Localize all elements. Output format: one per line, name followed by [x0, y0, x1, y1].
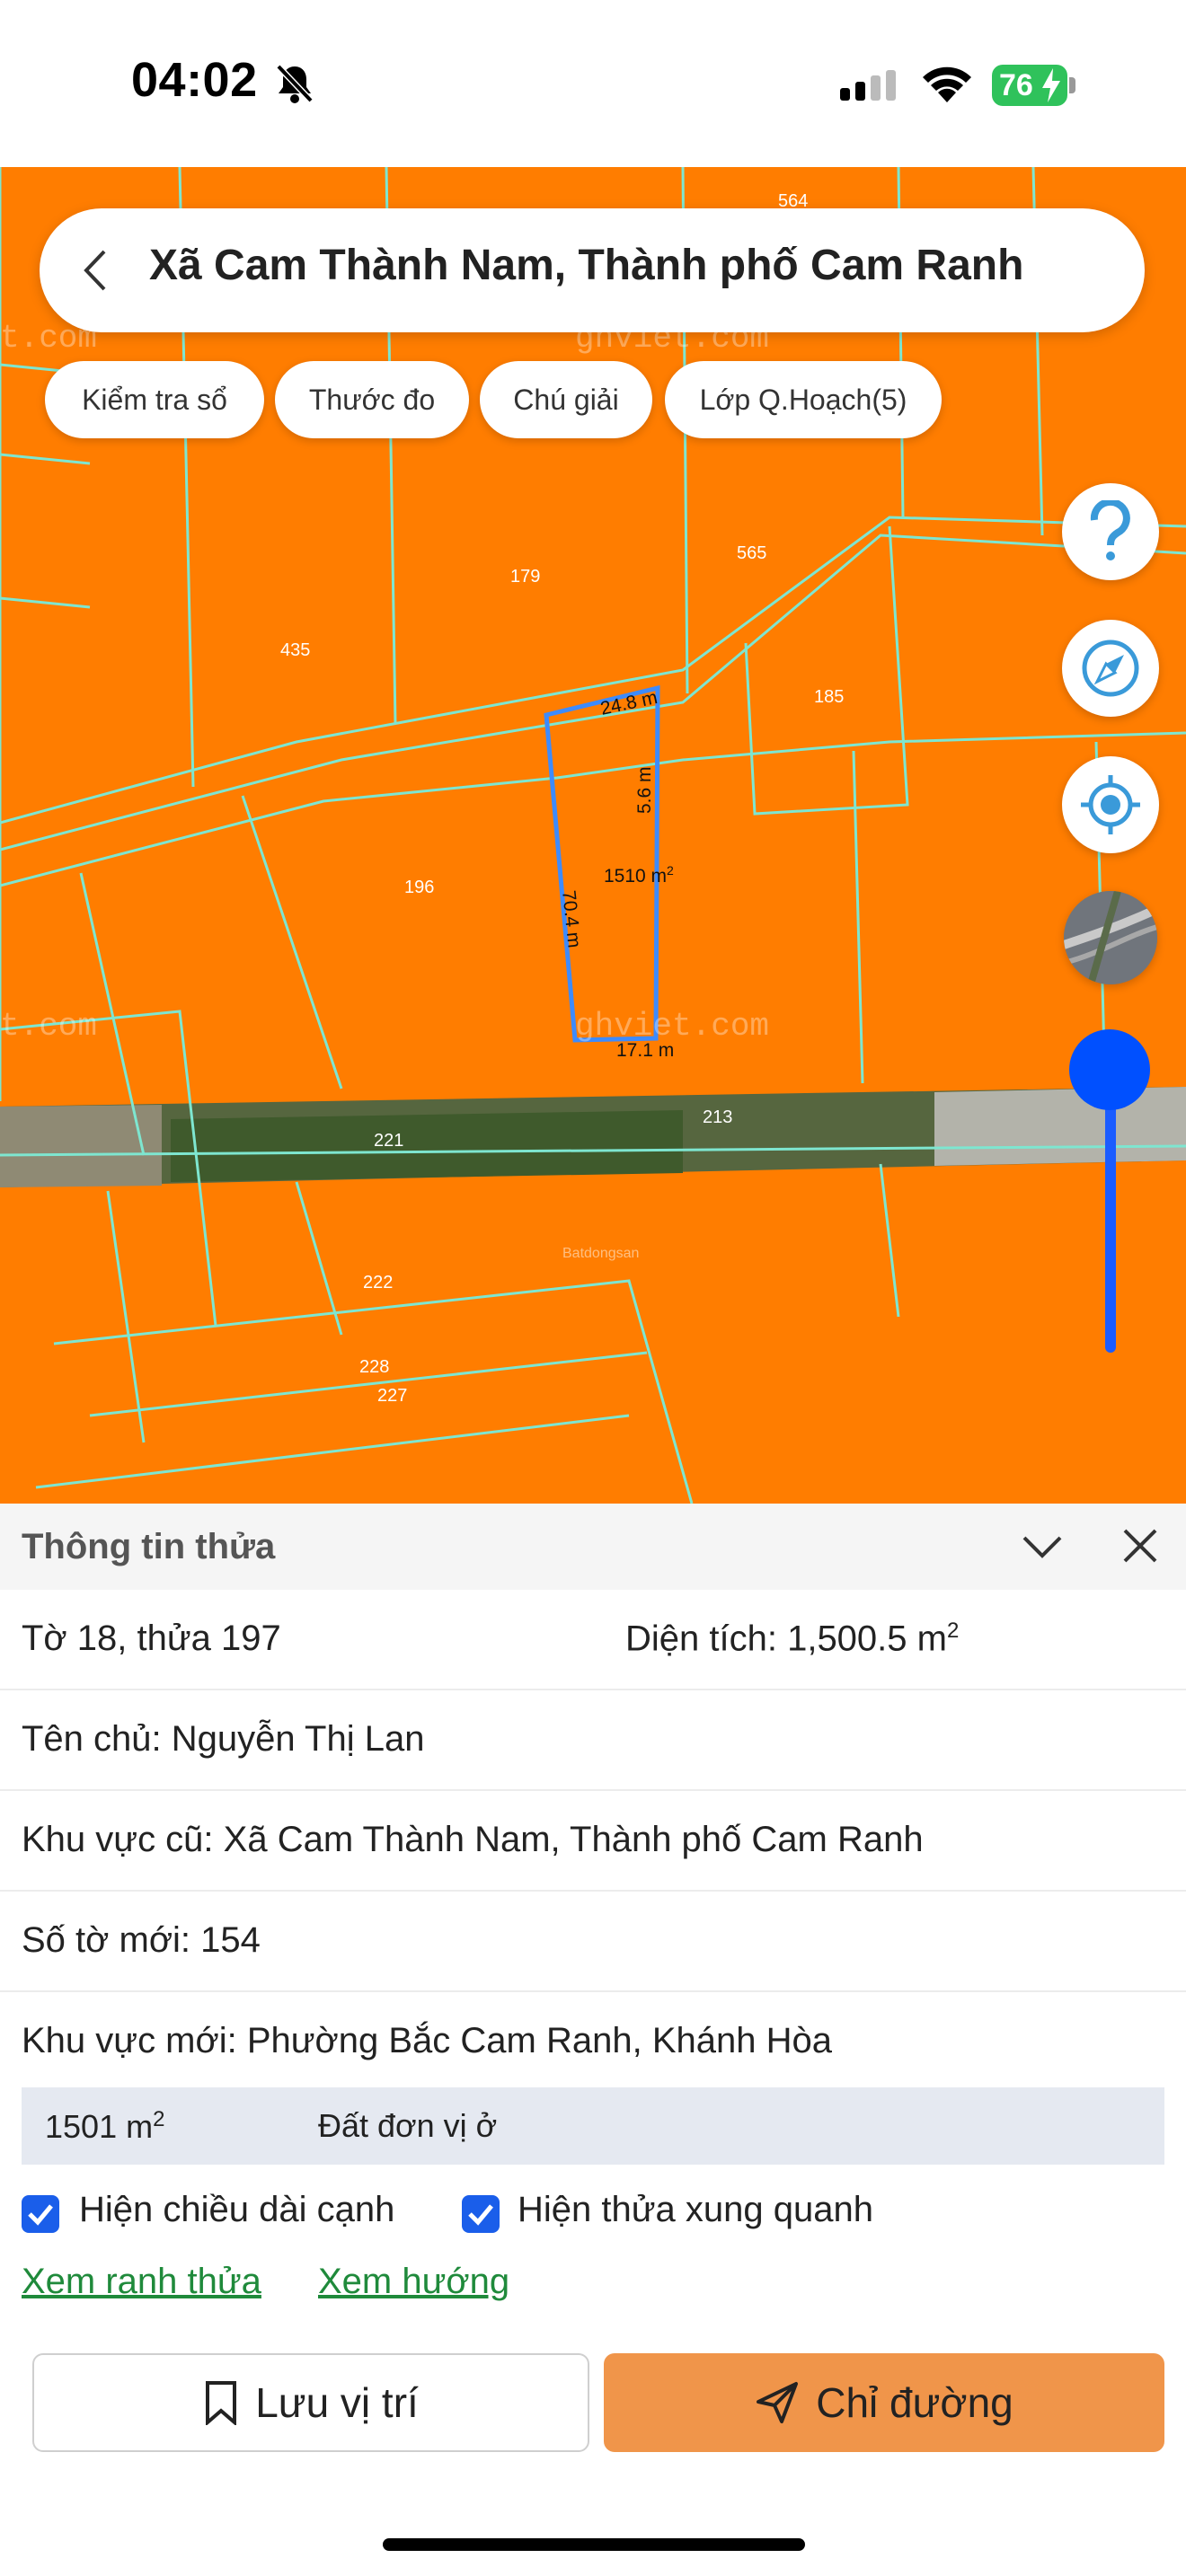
status-time: 04:02 — [131, 53, 258, 107]
checkmark-icon — [468, 2204, 493, 2226]
info-row-owner: Tên chủ: Nguyễn Thị Lan — [0, 1690, 1186, 1791]
home-indicator[interactable] — [383, 2538, 805, 2551]
parcel-number-221: 221 — [374, 1131, 403, 1151]
bell-muted-icon — [276, 64, 314, 103]
save-location-label: Lưu vị trí — [255, 2379, 419, 2426]
help-button[interactable] — [1062, 483, 1159, 580]
my-location-icon — [1081, 775, 1140, 834]
close-icon[interactable] — [1121, 1527, 1159, 1565]
directions-label: Chỉ đường — [816, 2379, 1013, 2426]
sheet-parcel-number: Tờ 18, thửa 197 — [22, 1619, 281, 1658]
edge-label-right: 5.6 m — [634, 766, 655, 814]
show-edge-length-checkbox[interactable] — [22, 2195, 59, 2233]
info-row-sheet-parcel: Tờ 18, thửa 197 Diện tích: 1,500.5 m2 — [0, 1590, 1186, 1690]
parcel-number-565: 565 — [737, 543, 766, 563]
show-neighbors-label[interactable]: Hiện thửa xung quanh — [518, 2190, 873, 2230]
show-neighbors-checkbox[interactable] — [462, 2195, 500, 2233]
directions-button[interactable]: Chỉ đường — [604, 2353, 1164, 2452]
parcel-number-179: 179 — [510, 567, 540, 587]
status-bar: 04:02 76 — [0, 0, 1186, 167]
chevron-down-icon[interactable] — [1021, 1529, 1064, 1565]
map-view[interactable]: 564 179 565 435 185 196 221 213 222 228 … — [0, 167, 1186, 1504]
watermark-text: ghviet.com — [575, 1008, 769, 1045]
parcel-number-228: 228 — [359, 1357, 389, 1377]
old-area: Khu vực cũ: Xã Cam Thành Nam, Thành phố … — [22, 1820, 924, 1859]
edge-label-left: 70.4 m — [558, 889, 585, 948]
view-parcel-boundary-link[interactable]: Xem ranh thửa — [22, 2262, 261, 2302]
map-layer-button[interactable] — [1064, 891, 1157, 984]
chip-planning-layers[interactable]: Lớp Q.Hoạch(5) — [665, 361, 942, 438]
parcel-number-185: 185 — [814, 687, 844, 707]
show-edge-length-label[interactable]: Hiện chiều dài cạnh — [79, 2190, 394, 2230]
owner-name: Tên chủ: Nguyễn Thị Lan — [22, 1719, 425, 1759]
map-layer-icon — [1064, 891, 1157, 984]
cellular-signal-icon — [840, 70, 896, 101]
info-row-new-sheet: Số tờ mới: 154 — [0, 1892, 1186, 1992]
opacity-slider-handle[interactable] — [1069, 1029, 1150, 1110]
back-arrow-icon[interactable] — [79, 248, 111, 293]
compass-icon — [1082, 640, 1139, 697]
battery-cap — [1069, 77, 1075, 93]
parcel-area: Diện tích: 1,500.5 m2 — [625, 1619, 960, 1659]
chip-measure[interactable]: Thước đo — [275, 361, 469, 438]
parcel-number-435: 435 — [280, 640, 310, 660]
checkmark-icon — [28, 2204, 53, 2226]
edge-label-top: 24.8 m — [598, 687, 659, 719]
location-search-bar[interactable]: Xã Cam Thành Nam, Thành phố Cam Ranh — [40, 208, 1145, 332]
sheet-header: Thông tin thửa — [0, 1504, 1186, 1590]
zone-type: Đất đơn vị ở — [318, 2107, 498, 2144]
new-area: Khu vực mới: Phường Bắc Cam Ranh, Khánh … — [22, 2021, 832, 2060]
parcel-number-222: 222 — [363, 1273, 393, 1292]
my-location-button[interactable] — [1062, 756, 1159, 853]
parcel-area-label: 1510 m2 — [604, 863, 674, 887]
watermark-text: t.com — [0, 1008, 97, 1045]
help-icon — [1090, 500, 1130, 560]
bookmark-icon — [206, 2381, 237, 2425]
send-arrow-icon — [757, 2382, 799, 2423]
parcel-number-213: 213 — [703, 1107, 732, 1127]
parcel-info-sheet: Thông tin thửa Tờ 18, thửa 197 Diện tích… — [0, 1504, 1186, 2576]
location-title: Xã Cam Thành Nam, Thành phố Cam Ranh — [149, 242, 1024, 289]
selected-parcel-outline — [544, 684, 660, 1043]
view-direction-link[interactable]: Xem hướng — [318, 2262, 509, 2302]
parcel-number-227: 227 — [377, 1386, 407, 1406]
land-use-zone: 1501 m2 Đất đơn vị ở — [22, 2087, 1164, 2165]
chip-check-certificate[interactable]: Kiểm tra sổ — [45, 361, 264, 438]
charging-bolt-icon — [1042, 68, 1060, 102]
zone-area: 1501 m2 — [45, 2107, 165, 2145]
info-row-new-area: Khu vực mới: Phường Bắc Cam Ranh, Khánh … — [0, 1992, 1186, 2091]
map-attribution: Batdongsan — [562, 1246, 639, 1261]
wifi-icon — [923, 66, 971, 102]
chip-legend[interactable]: Chú giải — [480, 361, 652, 438]
save-location-button[interactable]: Lưu vị trí — [32, 2353, 589, 2452]
compass-button[interactable] — [1062, 620, 1159, 717]
sheet-title: Thông tin thửa — [22, 1527, 276, 1566]
parcel-number-196: 196 — [404, 878, 434, 897]
new-sheet-number: Số tờ mới: 154 — [22, 1920, 261, 1960]
info-row-old-area: Khu vực cũ: Xã Cam Thành Nam, Thành phố … — [0, 1791, 1186, 1892]
